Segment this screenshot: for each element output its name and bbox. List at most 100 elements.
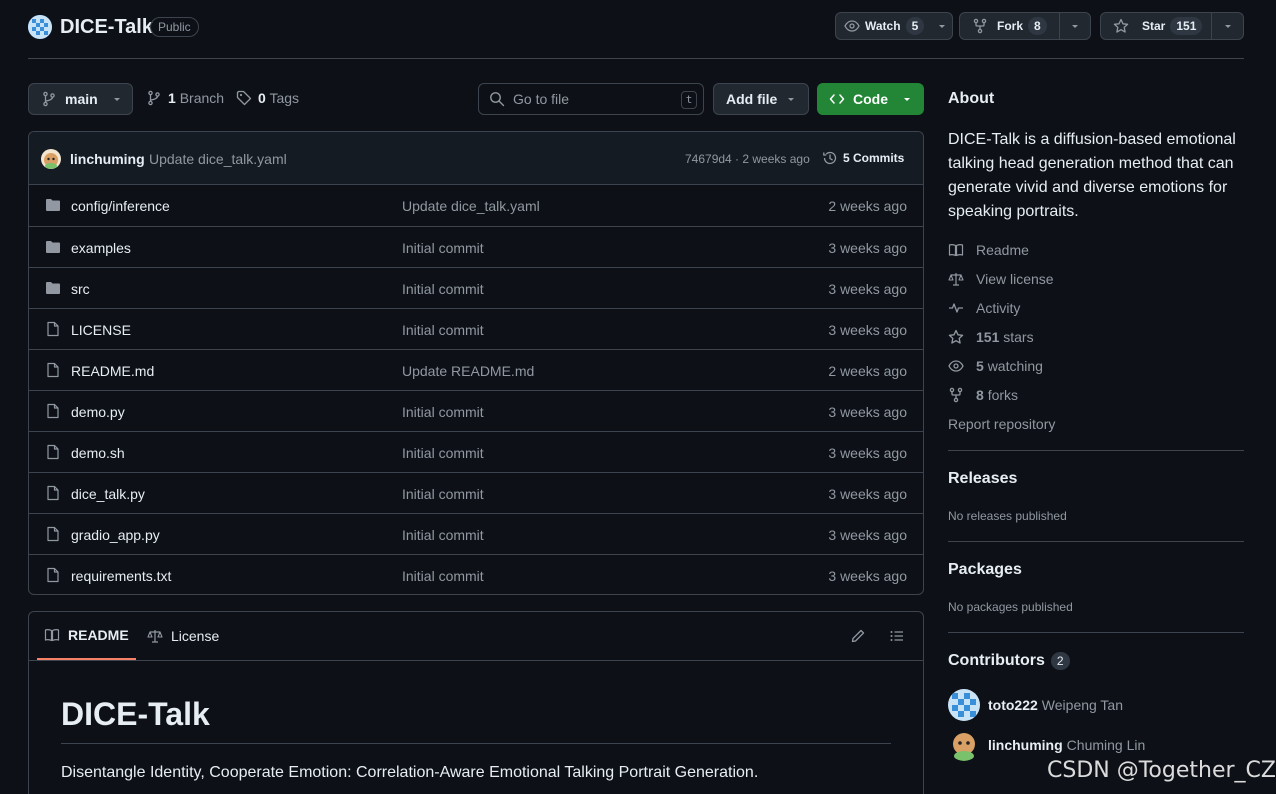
readme-link[interactable]: Readme (948, 240, 1029, 260)
license-link[interactable]: View license (948, 269, 1054, 289)
file-name[interactable]: examples (71, 240, 131, 256)
table-row[interactable]: LICENSE Initial commit 3 weeks ago (29, 308, 923, 349)
tab-readme-label: README (68, 627, 129, 643)
watch-count: 5 (905, 17, 925, 35)
watching-count: 5 (976, 358, 984, 374)
forks-count: 8 (976, 387, 984, 403)
file-commit-message[interactable]: Initial commit (402, 568, 484, 584)
contributor-login: linchuming (988, 737, 1063, 753)
table-row[interactable]: config/inference Update dice_talk.yaml 2 w… (29, 185, 923, 226)
table-row[interactable]: gradio_app.py Initial commit 3 weeks ago (29, 513, 923, 554)
file-name[interactable]: README.md (71, 363, 154, 379)
watermark: CSDN @Together_CZ (1047, 758, 1276, 783)
contributor-item[interactable]: toto222 Weipeng Tan (948, 689, 1123, 721)
contributors-count: 2 (1050, 652, 1070, 670)
add-file-button[interactable]: Add file (713, 83, 809, 115)
watching-link[interactable]: 5 watching (948, 356, 1043, 376)
file-icon (45, 403, 61, 419)
file-commit-message[interactable]: Initial commit (402, 527, 484, 543)
packages-title[interactable]: Packages (948, 561, 1022, 579)
tab-license-label: License (171, 628, 220, 644)
file-commit-message[interactable]: Initial commit (402, 240, 484, 256)
commit-message[interactable]: Update dice_talk.yaml (149, 151, 287, 167)
file-name[interactable]: config/inference (71, 198, 170, 214)
commit-meta[interactable]: 74679d4 · 2 weeks ago (685, 152, 810, 166)
readme-subtitle: Disentangle Identity, Cooperate Emotion:… (61, 764, 759, 781)
contributor-item[interactable]: linchuming Chuming Lin (948, 729, 1145, 761)
contributors-header[interactable]: Contributors 2 (948, 652, 1070, 670)
branches-link[interactable]: 1 Branch (168, 90, 224, 106)
table-row[interactable]: requirements.txt Initial commit 3 weeks ag… (29, 554, 923, 594)
file-icon (45, 485, 61, 501)
file-name[interactable]: requirements.txt (71, 568, 171, 584)
about-description: DICE-Talk is a diffusion-based emotional… (948, 131, 1236, 220)
table-row[interactable]: demo.sh Initial commit 3 weeks ago (29, 431, 923, 472)
releases-empty: No releases published (948, 509, 1067, 523)
forks-link[interactable]: 8 forks (948, 385, 1018, 405)
pencil-icon[interactable] (850, 628, 866, 644)
table-row[interactable]: src Initial commit 3 weeks ago (29, 267, 923, 308)
file-name[interactable]: demo.py (71, 404, 125, 420)
file-commit-message[interactable]: Initial commit (402, 404, 484, 420)
file-commit-message[interactable]: Initial commit (402, 322, 484, 338)
latest-commit-bar: linchuming Update dice_talk.yaml 74679d4… (29, 132, 923, 185)
table-row[interactable]: README.md Update README.md 2 weeks ago (29, 349, 923, 390)
commit-author[interactable]: linchuming (70, 151, 145, 167)
file-name[interactable]: LICENSE (71, 322, 131, 338)
activity-link[interactable]: Activity (948, 298, 1020, 318)
file-icon (45, 567, 61, 583)
file-name[interactable]: dice_talk.py (71, 486, 145, 502)
table-row[interactable]: demo.py Initial commit 3 weeks ago (29, 390, 923, 431)
tab-license[interactable]: License (147, 612, 219, 660)
file-list: config/inference Update dice_talk.yaml 2 w… (29, 185, 923, 594)
book-icon (948, 242, 964, 258)
file-name[interactable]: src (71, 281, 90, 297)
chevron-down-icon[interactable] (932, 13, 952, 39)
file-commit-time: 3 weeks ago (828, 527, 907, 543)
history-icon (822, 150, 838, 166)
commits-link[interactable]: 5 Commits (822, 150, 904, 166)
forks-label: forks (987, 387, 1019, 403)
avatar[interactable] (41, 149, 61, 169)
repo-forked-icon (948, 387, 964, 403)
chevron-down-icon[interactable] (1211, 13, 1243, 39)
keyboard-shortcut: t (681, 91, 697, 109)
code-button[interactable]: Code (817, 83, 924, 115)
commits-count: 5 Commits (843, 151, 905, 165)
releases-title[interactable]: Releases (948, 470, 1017, 488)
chevron-down-icon[interactable] (1058, 13, 1090, 39)
readme-title: DICE-Talk (61, 696, 210, 732)
law-icon (147, 628, 163, 644)
star-button[interactable]: Star 151 (1100, 12, 1244, 40)
contributor-login: toto222 (988, 697, 1038, 713)
repo-name[interactable]: DICE-Talk (60, 16, 153, 39)
file-name[interactable]: demo.sh (71, 445, 125, 461)
tags-link[interactable]: 0 Tags (258, 90, 299, 106)
star-icon (1113, 18, 1129, 34)
file-commit-message[interactable]: Update dice_talk.yaml (402, 198, 540, 214)
contributor-name: Chuming Lin (1066, 737, 1146, 753)
watch-button[interactable]: Watch 5 (835, 12, 954, 40)
branch-selector[interactable]: main (28, 83, 133, 115)
table-row[interactable]: dice_talk.py Initial commit 3 weeks ago (29, 472, 923, 513)
tab-readme[interactable]: README (37, 612, 136, 660)
go-to-file-input[interactable]: Go to file t (478, 83, 704, 115)
star-label: Star (1142, 19, 1166, 33)
sidebar-divider (948, 450, 1244, 451)
book-icon (44, 627, 60, 643)
stars-count: 151 (976, 329, 1000, 345)
fork-count: 8 (1028, 17, 1047, 35)
eye-icon (948, 358, 964, 374)
file-commit-message[interactable]: Update README.md (402, 363, 534, 379)
packages-empty: No packages published (948, 600, 1073, 614)
stars-link[interactable]: 151 stars (948, 327, 1034, 347)
file-commit-message[interactable]: Initial commit (402, 445, 484, 461)
file-commit-message[interactable]: Initial commit (402, 486, 484, 502)
list-unordered-icon[interactable] (889, 628, 905, 644)
report-repository-link[interactable]: Report repository (948, 414, 1055, 434)
fork-button[interactable]: Fork 8 (959, 12, 1091, 40)
chevron-down-icon (786, 94, 796, 104)
table-row[interactable]: examples Initial commit 3 weeks ago (29, 226, 923, 267)
file-commit-message[interactable]: Initial commit (402, 281, 484, 297)
file-name[interactable]: gradio_app.py (71, 527, 160, 543)
